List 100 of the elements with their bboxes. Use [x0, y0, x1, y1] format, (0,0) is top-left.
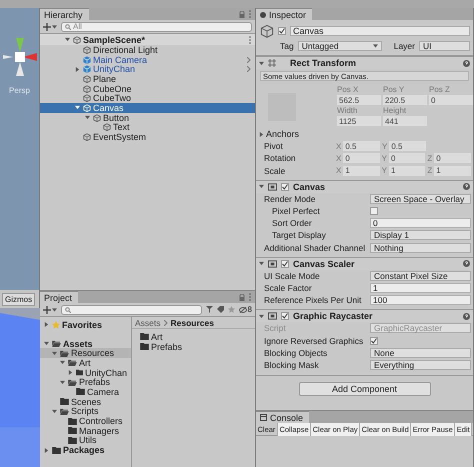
dropdown[interactable]: Everything [370, 360, 471, 370]
caret-icon [52, 308, 57, 312]
tag-dropdown[interactable]: Untagged [298, 41, 382, 51]
axis-gizmo-icon[interactable] [2, 36, 36, 78]
console-tab[interactable]: Console [256, 411, 310, 423]
project-tree-item[interactable]: Managers [40, 426, 131, 436]
expanded-arrow-icon[interactable] [52, 408, 57, 414]
dropdown[interactable]: Nothing [370, 242, 471, 253]
project-tree-item[interactable]: Resources [40, 348, 131, 358]
checkbox[interactable] [370, 336, 378, 345]
layer-dropdown[interactable]: UI [418, 41, 470, 51]
input-field[interactable]: 1 [389, 166, 426, 176]
input-field[interactable]: 0 [389, 153, 426, 164]
input-field[interactable]: 0 [434, 153, 472, 164]
hierarchy-item[interactable]: EventSystem [40, 132, 255, 142]
hierarchy-item[interactable]: Button [40, 112, 255, 122]
expanded-arrow-icon[interactable] [259, 184, 264, 190]
input-field[interactable]: 0 [370, 218, 471, 228]
add-component-button[interactable]: Add Component [298, 382, 430, 396]
chevron-icon[interactable] [164, 320, 168, 326]
inspector-tab[interactable]: Inspector [256, 8, 312, 20]
collapsed-arrow-icon[interactable] [44, 448, 49, 453]
input-field[interactable]: 1 [343, 166, 380, 176]
component-header[interactable]: Canvas [256, 180, 473, 193]
expanded-arrow-icon[interactable] [259, 314, 264, 319]
lock-icon[interactable] [239, 10, 245, 18]
add-button[interactable] [43, 306, 57, 314]
project-tree-item[interactable]: Scenes [40, 396, 131, 406]
component-header[interactable]: Canvas Scaler [256, 256, 473, 270]
input-field[interactable]: 0 [343, 153, 380, 164]
dropdown[interactable]: Constant Pixel Size [370, 270, 471, 281]
input-field[interactable]: 0.5 [389, 141, 426, 152]
help-icon[interactable] [463, 183, 470, 190]
hierarchy-item[interactable]: Directional Light [40, 45, 255, 55]
project-tree-item[interactable]: Scripts [40, 406, 131, 416]
hierarchy-item[interactable]: CubeTwo [40, 93, 255, 104]
input-field[interactable]: 1 [434, 166, 472, 176]
dropdown[interactable]: Screen Space - Overlay [370, 194, 471, 204]
add-button[interactable] [43, 22, 57, 30]
lock-icon[interactable] [239, 294, 245, 300]
scene-header[interactable]: SampleScene* [40, 34, 255, 45]
checkbox[interactable] [370, 207, 378, 216]
help-icon[interactable] [463, 312, 470, 320]
project-tree-item[interactable]: UnityChan [40, 368, 131, 378]
expanded-arrow-icon[interactable] [259, 60, 264, 66]
input-field[interactable]: 100 [370, 295, 471, 306]
breadcrumb-link[interactable]: Assets [135, 318, 161, 328]
input-field[interactable]: 1 [370, 282, 471, 293]
project-tree-item[interactable]: Packages [40, 445, 131, 455]
anchors-foldout[interactable]: Anchors [259, 129, 363, 140]
input-field[interactable]: 0.5 [343, 141, 380, 152]
collapsed-arrow-icon[interactable] [68, 370, 73, 376]
project-tree-item[interactable]: Controllers [40, 416, 131, 426]
dropdown[interactable]: None [370, 348, 471, 358]
hierarchy-item[interactable]: UnityChan [40, 64, 255, 74]
tag-icon[interactable] [216, 306, 224, 313]
expanded-arrow-icon[interactable] [65, 37, 70, 42]
project-tree-item[interactable]: Assets [40, 338, 131, 348]
project-tree-item[interactable]: Art [40, 358, 131, 368]
folder-item[interactable]: Prefabs [132, 342, 255, 352]
project-tree-item[interactable]: Prefabs [40, 377, 131, 388]
search-field[interactable] [61, 304, 202, 314]
project-tree-item[interactable]: Camera [40, 387, 131, 397]
object-name-field[interactable]: Canvas [290, 26, 470, 36]
hierarchy-item[interactable]: Text [40, 122, 255, 132]
hierarchy-item[interactable]: CubeOne [40, 84, 255, 94]
hierarchy-item[interactable]: Plane [40, 74, 255, 84]
breadcrumb-link[interactable]: Resources [170, 318, 214, 328]
filter-icon[interactable] [206, 306, 213, 313]
input-field[interactable]: 562.5 [337, 95, 381, 105]
checkbox[interactable] [281, 260, 289, 268]
hierarchy-item[interactable]: Main Camera [40, 54, 255, 64]
hierarchy-item[interactable]: Canvas [40, 103, 255, 113]
gizmos-dropdown[interactable]: Gizmos [2, 292, 36, 306]
checkbox[interactable] [281, 182, 289, 191]
expanded-arrow-icon[interactable] [60, 380, 65, 385]
input-field[interactable]: 0 [429, 95, 473, 105]
hierarchy-tab[interactable]: Hierarchy [40, 8, 89, 20]
input-field[interactable]: 220.5 [383, 95, 427, 105]
collapsed-arrow-icon[interactable] [44, 322, 49, 328]
checkbox[interactable] [281, 312, 289, 320]
folder-item[interactable]: Art [132, 332, 255, 342]
collapsed-arrow-icon[interactable] [75, 66, 80, 72]
input-field[interactable]: 441 [383, 116, 427, 126]
project-tab[interactable]: Project [40, 291, 78, 303]
collapsed-arrow-icon[interactable] [259, 132, 264, 137]
expanded-arrow-icon[interactable] [259, 261, 264, 266]
star-icon[interactable] [228, 306, 235, 313]
property-label: Pixel Perfect [271, 206, 320, 216]
help-icon[interactable] [463, 260, 470, 268]
component-icon [268, 312, 277, 320]
project-tree-item[interactable]: Favorites [40, 320, 131, 330]
dropdown[interactable]: Display 1 [370, 230, 471, 240]
component-header[interactable]: Rect Transform [256, 56, 473, 69]
input-field[interactable]: 1125 [337, 116, 381, 126]
hidden-count-button[interactable]: 8 [238, 305, 252, 314]
component-header[interactable]: Graphic Raycaster [256, 309, 473, 322]
checkbox[interactable] [278, 27, 286, 35]
help-icon[interactable] [463, 60, 470, 66]
project-tree-item[interactable]: Utils [40, 436, 131, 446]
